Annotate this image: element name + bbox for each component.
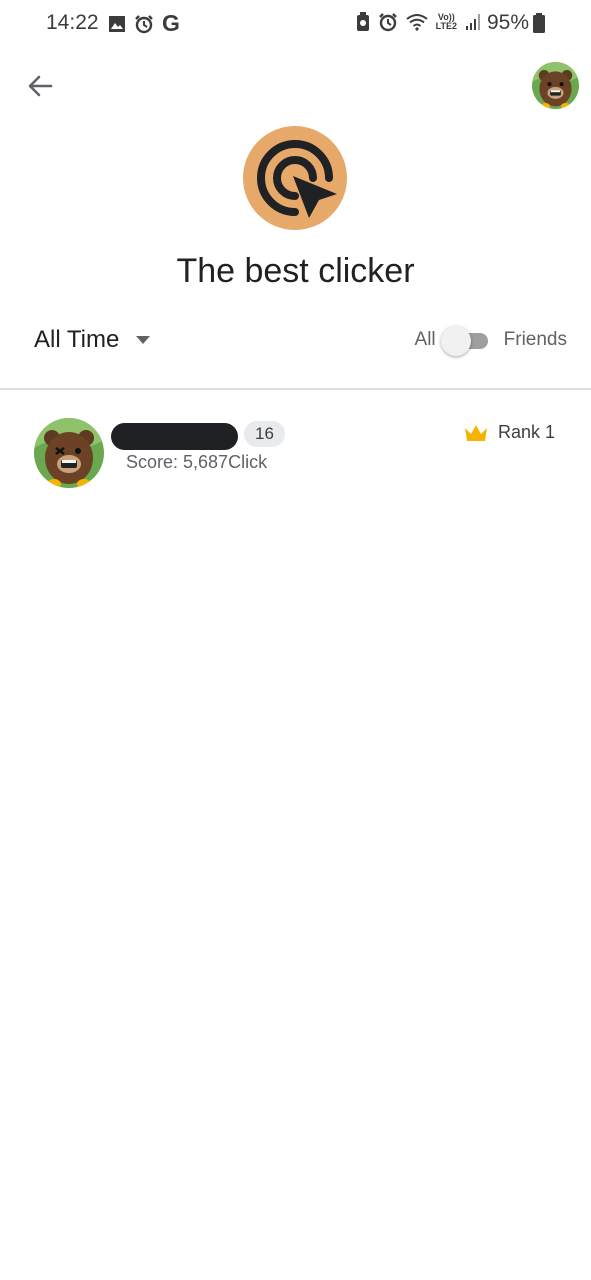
battery-icon [533,13,545,33]
bear-avatar-icon [34,418,104,488]
alarm-icon [135,14,153,33]
filter-all-label: All [414,329,436,350]
player-level-badge: 16 [244,421,285,447]
game-icon [243,126,347,230]
timeframe-dropdown[interactable]: All Time [34,322,151,358]
status-time: 14:22 [46,11,99,34]
bear-avatar-icon [532,62,579,109]
back-button[interactable] [20,66,60,106]
row-avatar [34,418,104,488]
status-left-icons: G [108,12,180,35]
battery-percent: 95% [486,11,529,34]
leaderboard-title: The best clicker [176,252,415,290]
status-bar: 14:22 G Vo)) LTE2 95% [0,0,591,48]
rank-label: Rank 1 [497,422,555,442]
friends-filter: All Friends [415,322,567,358]
cursor-click-icon [257,140,337,218]
player-name-redacted [111,423,238,450]
crown-icon [464,424,487,441]
friends-toggle[interactable] [440,326,488,356]
dropdown-arrow-icon [136,336,151,344]
player-rank: Rank 1 [464,422,555,443]
alarm-icon [378,13,397,32]
leaderboard-row[interactable]: 16 Score: 5,687Click Rank 1 [0,410,591,500]
image-icon [109,15,125,32]
player-avatar-button[interactable] [532,62,579,109]
signal-icon [466,14,480,30]
player-score: Score: 5,687Click [126,452,268,472]
arrow-back-icon [28,75,53,97]
network-type: Vo)) LTE2 [435,12,457,31]
wifi-icon [406,14,428,31]
google-icon: G [162,10,180,36]
filter-friends-label: Friends [503,329,567,350]
toggle-thumb [440,326,471,356]
battery-saver-icon [356,12,369,31]
timeframe-label: All Time [34,326,120,353]
divider [0,388,591,390]
status-right-icons: Vo)) LTE2 [356,12,481,32]
